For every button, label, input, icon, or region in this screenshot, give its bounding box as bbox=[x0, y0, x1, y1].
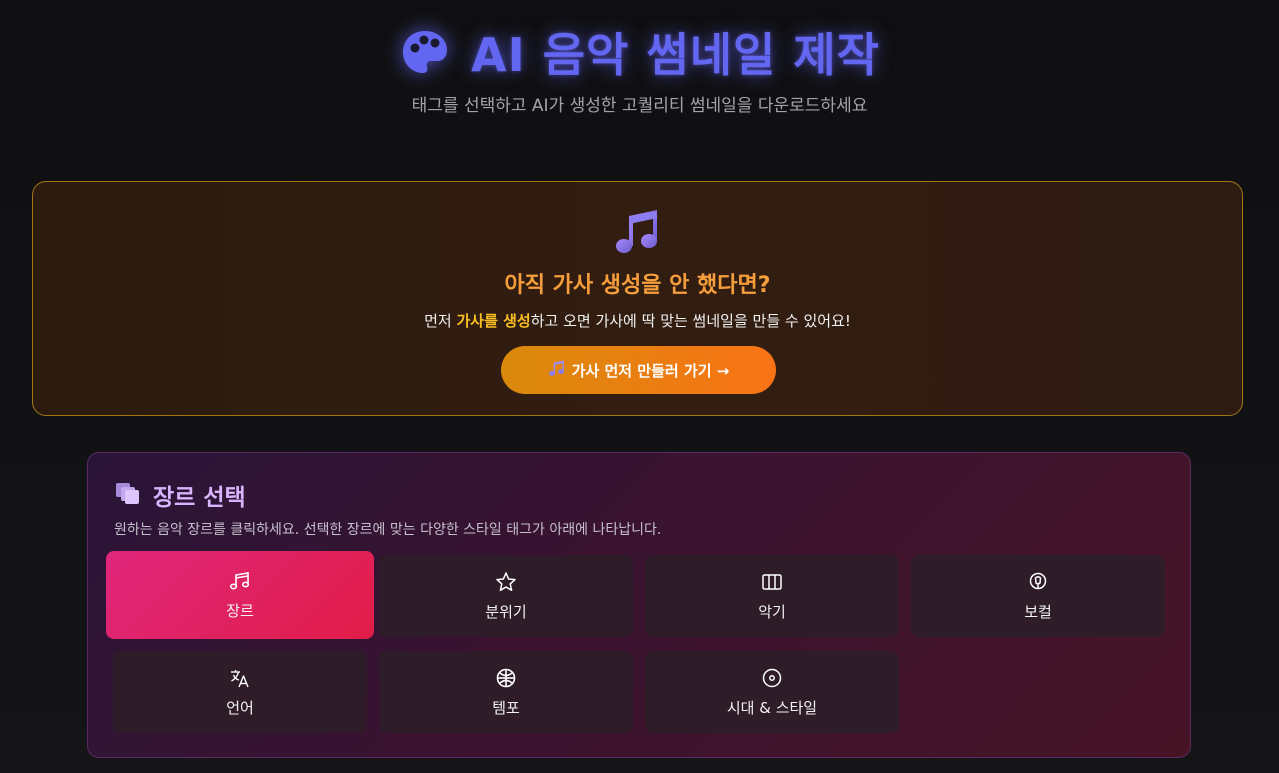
metronome-icon bbox=[495, 667, 517, 689]
desc-highlight: 가사를 생성 bbox=[456, 312, 531, 330]
category-tile-genre[interactable]: 장르 bbox=[106, 551, 374, 639]
music-note-icon bbox=[229, 570, 251, 592]
category-tile-vocal[interactable]: 보컬 bbox=[911, 555, 1165, 637]
lyrics-prompt-card: 아직 가사 생성을 안 했다면? 먼저 가사를 생성하고 오면 가사에 딱 맞는… bbox=[32, 181, 1243, 416]
disc-icon bbox=[761, 667, 783, 689]
page-subtitle: 태그를 선택하고 AI가 생성한 고퀄리티 썸네일을 다운로드하세요 bbox=[411, 96, 868, 116]
desc-text-after: 하고 오면 가사에 딱 맞는 썸네일을 만들 수 있어요! bbox=[530, 312, 851, 330]
translate-icon bbox=[229, 667, 251, 689]
genre-section-description: 원하는 음악 장르를 클릭하세요. 선택한 장르에 맞는 다양한 스타일 태그가… bbox=[114, 522, 662, 538]
category-label: 템포 bbox=[492, 698, 520, 717]
go-make-lyrics-button[interactable]: 가사 먼저 만들러 가기 → bbox=[501, 346, 776, 394]
microphone-icon bbox=[1027, 571, 1049, 593]
palette-icon bbox=[399, 26, 451, 78]
desc-text-before: 먼저 bbox=[424, 312, 457, 330]
lyrics-prompt-description: 먼저 가사를 생성하고 오면 가사에 딱 맞는 썸네일을 만들 수 있어요! bbox=[33, 310, 1242, 331]
category-label: 장르 bbox=[226, 601, 254, 620]
category-tile-language[interactable]: 언어 bbox=[113, 651, 367, 733]
category-tile-era-style[interactable]: 시대 & 스타일 bbox=[645, 651, 899, 733]
music-notes-icon bbox=[548, 359, 566, 381]
go-make-lyrics-label: 가사 먼저 만들러 가기 → bbox=[571, 361, 730, 380]
star-icon bbox=[495, 571, 517, 593]
title-row: AI 음악 썸네일 제작 bbox=[0, 20, 1279, 84]
piano-keys-icon bbox=[761, 571, 783, 593]
genre-section: 장르 선택 원하는 음악 장르를 클릭하세요. 선택한 장르에 맞는 다양한 스… bbox=[87, 452, 1191, 758]
genre-header: 장르 선택 bbox=[115, 478, 246, 512]
genre-section-title: 장르 선택 bbox=[153, 485, 246, 511]
page-title: AI 음악 썸네일 제작 bbox=[471, 28, 880, 82]
category-tile-mood[interactable]: 분위기 bbox=[379, 555, 633, 637]
category-label: 보컬 bbox=[1024, 602, 1052, 621]
category-tile-instrument[interactable]: 악기 bbox=[645, 555, 899, 637]
category-label: 시대 & 스타일 bbox=[726, 698, 818, 717]
layers-icon bbox=[115, 481, 141, 509]
category-label: 언어 bbox=[226, 698, 254, 717]
lyrics-prompt-title: 아직 가사 생성을 안 했다면? bbox=[504, 273, 771, 298]
category-label: 분위기 bbox=[485, 602, 527, 621]
category-label: 악기 bbox=[758, 602, 786, 621]
music-notes-icon bbox=[33, 206, 1242, 256]
category-tile-tempo[interactable]: 템포 bbox=[379, 651, 633, 733]
